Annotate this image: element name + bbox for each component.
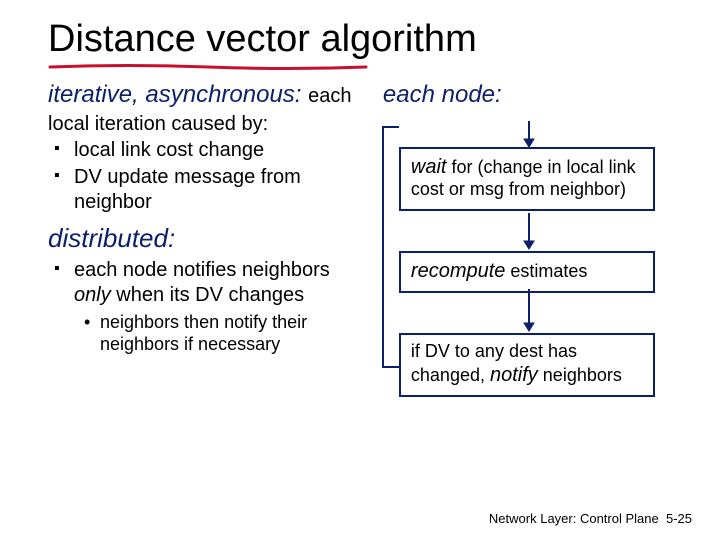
slide-footer: Network Layer: Control Plane 5-25	[489, 511, 692, 526]
notify-only: only	[74, 284, 111, 306]
iterative-label: iterative, asynchronous:	[48, 81, 301, 108]
each-node-heading: each node:	[383, 81, 680, 109]
iterative-bullets: local link cost change DV update message…	[48, 138, 365, 215]
flowchart: wait for (change in local link cost or m…	[383, 121, 661, 411]
notify-text-a: each node notifies neighbors	[74, 259, 330, 281]
notify-box-b: neighbors	[538, 365, 622, 385]
notify-box-lead: notify	[490, 364, 538, 386]
footer-page: 5-25	[666, 511, 692, 526]
distributed-sub-bullets: neighbors then notify their neighbors if…	[48, 312, 365, 355]
arrow-down-icon	[523, 213, 535, 253]
flow-box-notify: if DV to any dest has changed, notify ne…	[399, 333, 655, 397]
recompute-rest: estimates	[505, 261, 587, 281]
flow-box-wait: wait for (change in local link cost or m…	[399, 147, 655, 211]
arrow-down-icon	[523, 289, 535, 335]
arrow-down-icon	[523, 121, 535, 149]
left-column: iterative, asynchronous: each local iter…	[48, 81, 365, 411]
slide-title: Distance vector algorithm	[48, 18, 680, 61]
sub-bullet-neighbors: neighbors then notify their neighbors if…	[100, 312, 365, 355]
title-underline	[48, 63, 368, 67]
recompute-lead: recompute	[411, 260, 506, 282]
distributed-heading: distributed:	[48, 223, 365, 254]
bullet-dv-update: DV update message from neighbor	[74, 165, 365, 215]
flow-box-recompute: recompute estimates	[399, 251, 655, 293]
footer-label: Network Layer: Control Plane	[489, 511, 659, 526]
arrow-loop-icon	[377, 121, 405, 401]
bullet-link-cost: local link cost change	[74, 138, 365, 163]
distributed-bullets: each node notifies neighbors only when i…	[48, 258, 365, 308]
notify-text-b: when its DV changes	[111, 284, 304, 306]
bullet-notify: each node notifies neighbors only when i…	[74, 258, 365, 308]
right-column: each node: wait for (change in local lin…	[383, 81, 680, 411]
iterative-heading: iterative, asynchronous: each local iter…	[48, 81, 365, 136]
wait-lead: wait	[411, 156, 447, 178]
